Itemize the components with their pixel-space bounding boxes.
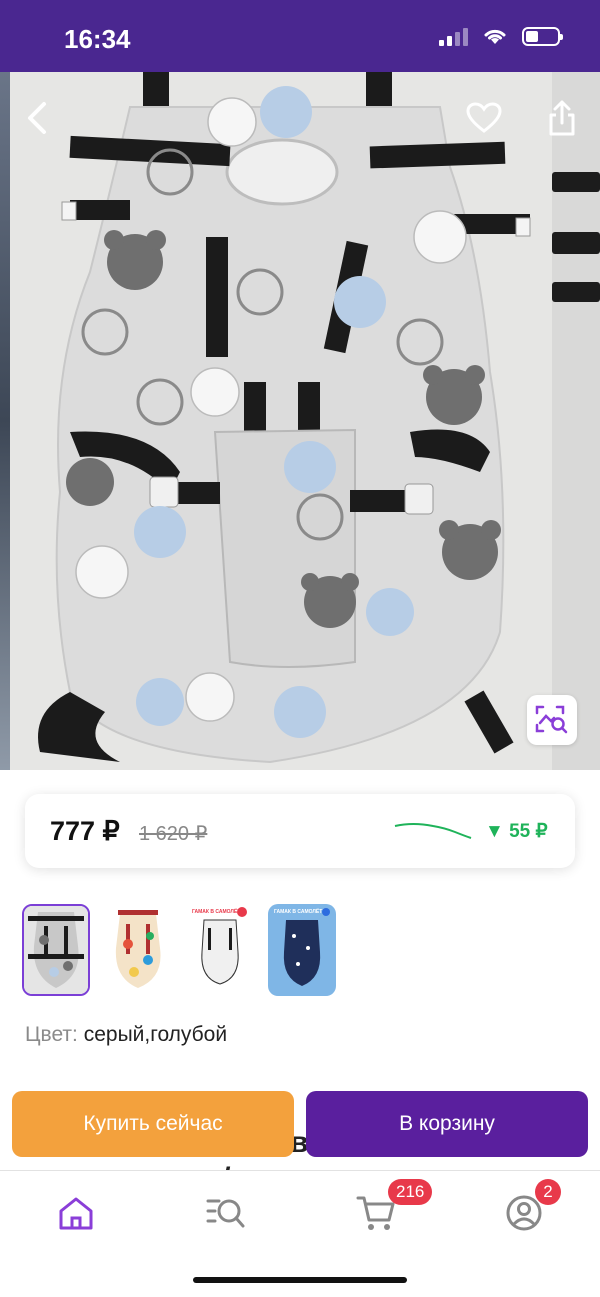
color-value: серый,голубой bbox=[83, 1023, 228, 1046]
variant-thumbnails: ГАМАК В САМОЛЁТ ГАМАК В САМОЛЁТ bbox=[22, 904, 336, 996]
variant-image bbox=[24, 906, 88, 994]
variant-image: ГАМАК В САМОЛЁТ bbox=[186, 904, 254, 996]
image-search-button[interactable] bbox=[527, 695, 577, 745]
svg-text:ГАМАК В САМОЛЁТ: ГАМАК В САМОЛЁТ bbox=[274, 908, 322, 915]
buy-now-button[interactable]: Купить сейчас bbox=[12, 1091, 294, 1157]
catalog-search-icon bbox=[206, 1199, 245, 1228]
price-drop: ▼ 55 ₽ bbox=[485, 821, 548, 842]
status-time: 16:34 bbox=[64, 24, 131, 54]
color-label: Цвет: bbox=[25, 1023, 78, 1046]
price-trend-icon bbox=[394, 823, 472, 839]
previous-image-peek bbox=[0, 72, 10, 770]
product-image[interactable] bbox=[10, 72, 552, 770]
back-button[interactable] bbox=[14, 94, 62, 142]
current-price: 777 ₽ bbox=[50, 816, 120, 846]
old-price: 1 620 ₽ bbox=[139, 823, 208, 845]
profile-badge: 2 bbox=[535, 1179, 561, 1205]
tab-home[interactable] bbox=[52, 1189, 100, 1237]
home-indicator[interactable] bbox=[193, 1277, 407, 1283]
wifi-icon bbox=[484, 29, 506, 44]
variant-image: ГАМАК В САМОЛЁТ bbox=[268, 904, 336, 996]
cellular-signal-icon bbox=[439, 26, 468, 46]
image-search-icon bbox=[535, 705, 568, 734]
svg-text:ГАМАК В САМОЛЁТ: ГАМАК В САМОЛЁТ bbox=[192, 908, 240, 915]
home-icon bbox=[59, 1197, 93, 1230]
status-bar: 16:34 bbox=[0, 0, 600, 72]
cart-badge: 216 bbox=[388, 1179, 433, 1205]
product-gallery[interactable] bbox=[0, 72, 600, 770]
variant-image bbox=[104, 904, 172, 996]
price-card[interactable]: 777 ₽ 1 620 ₽ ▼ 55 ₽ bbox=[25, 794, 575, 868]
color-row: Цвет: серый,голубой bbox=[25, 1023, 227, 1047]
variant-thumb-grey-blue[interactable] bbox=[22, 904, 90, 996]
share-icon bbox=[549, 100, 575, 136]
baby-carrier-illustration bbox=[38, 72, 531, 764]
tab-catalog[interactable] bbox=[202, 1189, 250, 1237]
share-button[interactable] bbox=[538, 94, 586, 142]
heart-icon bbox=[466, 102, 502, 133]
variant-thumb-navy-print[interactable]: ГАМАК В САМОЛЁТ bbox=[268, 904, 336, 996]
next-image-peek bbox=[552, 72, 600, 770]
variant-thumb-colorful[interactable] bbox=[104, 904, 172, 996]
favorite-button[interactable] bbox=[460, 94, 508, 142]
variant-thumb-white-print[interactable]: ГАМАК В САМОЛЁТ bbox=[186, 904, 254, 996]
add-to-cart-button[interactable]: В корзину bbox=[306, 1091, 588, 1157]
status-icons bbox=[439, 26, 563, 46]
chevron-left-icon bbox=[28, 102, 46, 134]
battery-icon bbox=[522, 26, 563, 46]
